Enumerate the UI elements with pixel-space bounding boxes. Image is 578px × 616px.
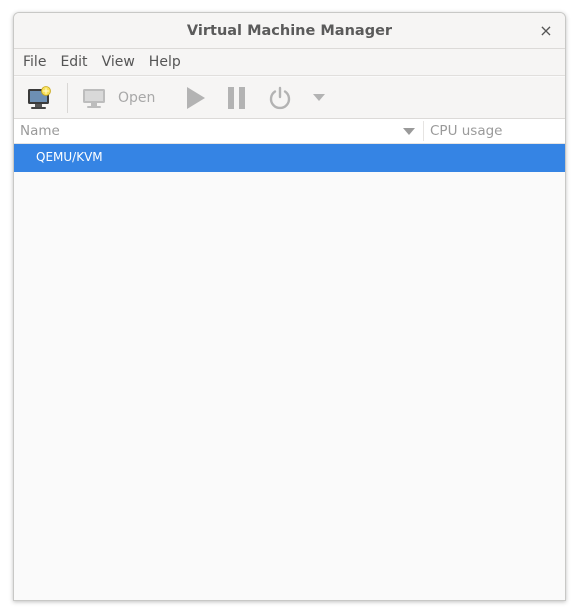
column-header-cpu-usage[interactable]: CPU usage bbox=[430, 123, 502, 139]
title-bar[interactable]: Virtual Machine Manager × bbox=[14, 13, 565, 49]
connection-name: QEMU/KVM bbox=[36, 150, 103, 164]
open-button-label: Open bbox=[118, 89, 156, 106]
menu-help[interactable]: Help bbox=[142, 54, 188, 70]
open-button[interactable]: Open bbox=[82, 77, 162, 118]
new-vm-icon bbox=[28, 85, 51, 109]
chevron-down-icon bbox=[313, 93, 325, 101]
menu-bar: File Edit View Help bbox=[14, 49, 565, 76]
play-icon bbox=[187, 86, 205, 109]
toolbar: Open bbox=[14, 77, 565, 119]
list-header: Name CPU usage bbox=[14, 119, 565, 144]
shutdown-menu-button[interactable] bbox=[310, 77, 328, 118]
close-button[interactable]: × bbox=[537, 21, 555, 40]
pause-button[interactable] bbox=[222, 77, 252, 118]
monitor-icon bbox=[83, 88, 105, 108]
toolbar-separator bbox=[67, 83, 68, 113]
column-header-name[interactable]: Name bbox=[20, 123, 60, 139]
run-button[interactable] bbox=[180, 77, 210, 118]
menu-edit[interactable]: Edit bbox=[53, 54, 94, 70]
new-vm-button[interactable] bbox=[22, 77, 56, 118]
column-divider[interactable] bbox=[423, 121, 424, 141]
menu-view[interactable]: View bbox=[95, 54, 142, 70]
window-title: Virtual Machine Manager bbox=[186, 22, 393, 39]
main-window: Virtual Machine Manager × File Edit View… bbox=[13, 12, 566, 601]
shutdown-button[interactable] bbox=[265, 77, 295, 118]
menu-file[interactable]: File bbox=[16, 54, 53, 70]
power-icon bbox=[269, 86, 291, 109]
list-item[interactable]: QEMU/KVM bbox=[14, 144, 565, 172]
connection-list[interactable]: QEMU/KVM bbox=[14, 144, 565, 600]
sort-descending-icon[interactable] bbox=[403, 128, 415, 135]
pause-icon bbox=[228, 86, 245, 109]
